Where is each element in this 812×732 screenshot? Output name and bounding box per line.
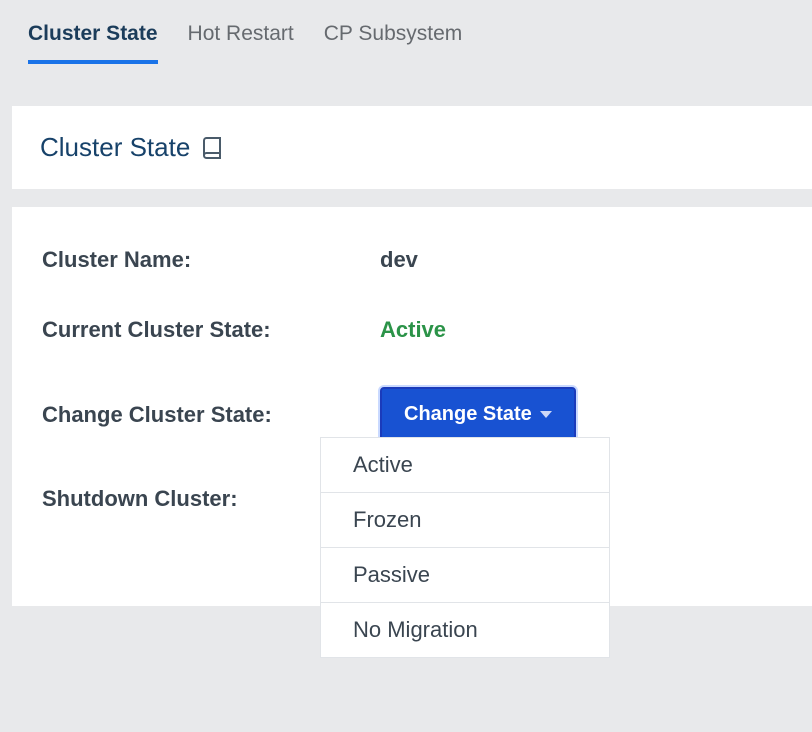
caret-down-icon bbox=[540, 411, 552, 418]
dropdown-option-no-migration[interactable]: No Migration bbox=[320, 602, 610, 658]
row-change-state: Change Cluster State: Change State bbox=[42, 387, 782, 442]
tab-hot-restart[interactable]: Hot Restart bbox=[188, 22, 294, 64]
panel-title: Cluster State bbox=[40, 132, 784, 163]
dropdown-option-passive[interactable]: Passive bbox=[320, 547, 610, 603]
change-state-button-label: Change State bbox=[404, 403, 532, 426]
book-icon bbox=[200, 136, 224, 160]
change-state-dropdown: Active Frozen Passive No Migration bbox=[320, 437, 610, 658]
row-cluster-name: Cluster Name: dev bbox=[42, 247, 782, 273]
tab-cp-subsystem[interactable]: CP Subsystem bbox=[324, 22, 463, 64]
dropdown-option-frozen[interactable]: Frozen bbox=[320, 492, 610, 548]
cluster-name-label: Cluster Name: bbox=[42, 247, 380, 273]
tab-bar: Cluster State Hot Restart CP Subsystem bbox=[0, 0, 812, 64]
change-state-label: Change Cluster State: bbox=[42, 402, 380, 428]
current-state-value: Active bbox=[380, 317, 446, 343]
panel-header: Cluster State bbox=[12, 106, 812, 189]
row-current-state: Current Cluster State: Active bbox=[42, 317, 782, 343]
tab-cluster-state[interactable]: Cluster State bbox=[28, 22, 158, 64]
change-state-button[interactable]: Change State bbox=[380, 387, 576, 442]
content-panel: Cluster Name: dev Current Cluster State:… bbox=[12, 207, 812, 606]
dropdown-option-active[interactable]: Active bbox=[320, 437, 610, 493]
current-state-label: Current Cluster State: bbox=[42, 317, 380, 343]
cluster-name-value: dev bbox=[380, 247, 418, 273]
panel-title-text: Cluster State bbox=[40, 132, 190, 163]
